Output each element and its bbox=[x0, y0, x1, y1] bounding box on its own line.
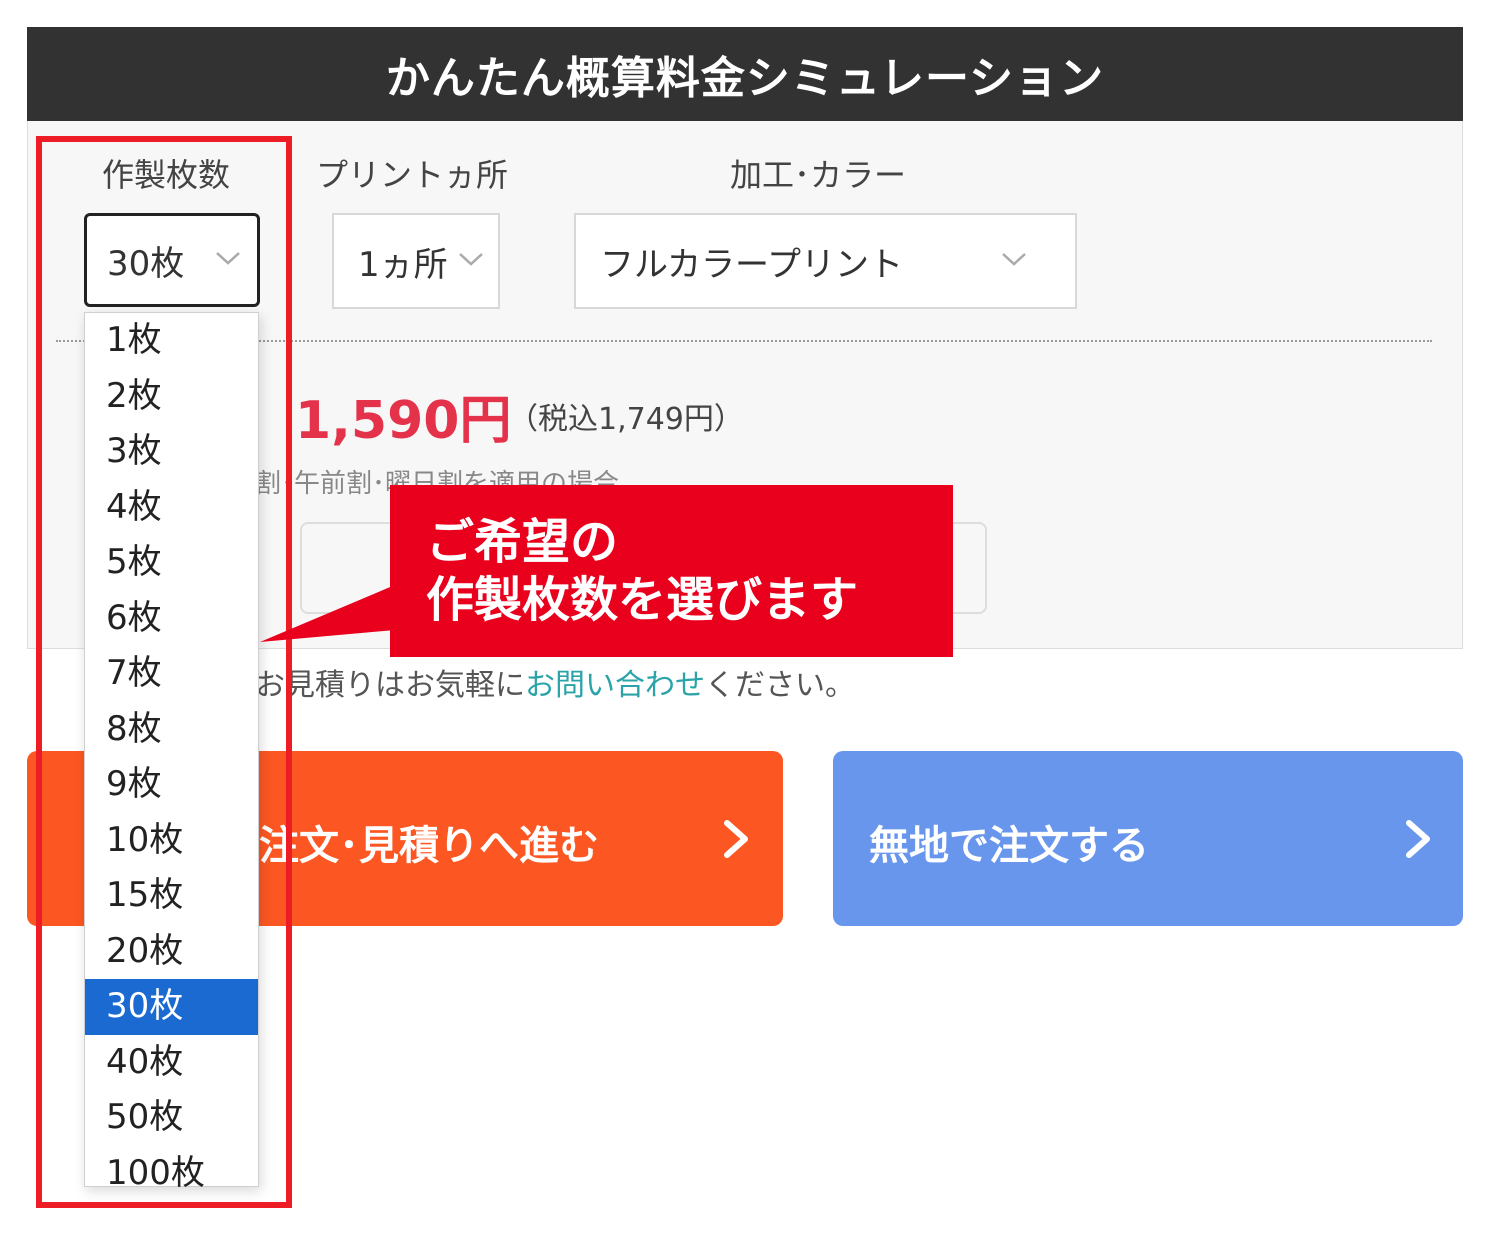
print-location-select-value: 1ヵ所 bbox=[358, 244, 448, 285]
simulator-title: かんたん概算料金シミュレーション bbox=[385, 53, 1105, 104]
callout-line-1: ご希望の bbox=[426, 514, 619, 570]
callout-pointer bbox=[260, 585, 395, 642]
print-location-label: プリントヵ所 bbox=[316, 156, 509, 194]
chevron-right-icon bbox=[724, 820, 748, 858]
chevron-down-icon bbox=[1002, 253, 1026, 266]
contact-note-suffix: ください。 bbox=[705, 668, 855, 703]
processing-color-select[interactable]: フルカラープリント bbox=[574, 213, 1077, 309]
plain-order-button[interactable]: 無地で注文する bbox=[833, 751, 1463, 926]
chevron-down-icon bbox=[459, 253, 483, 266]
order-estimate-button-label: 注文･見積りへ進む bbox=[259, 823, 599, 869]
highlight-frame bbox=[36, 136, 292, 1208]
chevron-right-icon bbox=[1406, 820, 1430, 858]
plain-order-button-label: 無地で注文する bbox=[869, 823, 1149, 869]
price-amount: 1,590円 bbox=[295, 391, 512, 451]
print-location-select[interactable]: 1ヵ所 bbox=[332, 213, 500, 309]
annotation-callout: ご希望の 作製枚数を選びます bbox=[390, 485, 953, 657]
price-tax-included: （税込1,749円） bbox=[508, 402, 744, 437]
simulator-header: かんたん概算料金シミュレーション bbox=[27, 27, 1463, 121]
contact-link[interactable]: お問い合わせ bbox=[525, 668, 705, 703]
callout-line-2: 作製枚数を選びます bbox=[426, 572, 859, 628]
processing-color-select-value: フルカラープリント bbox=[600, 244, 903, 285]
contact-note-prefix: お見積りはお気軽に bbox=[255, 668, 525, 703]
processing-color-label: 加工･カラー bbox=[730, 156, 907, 194]
